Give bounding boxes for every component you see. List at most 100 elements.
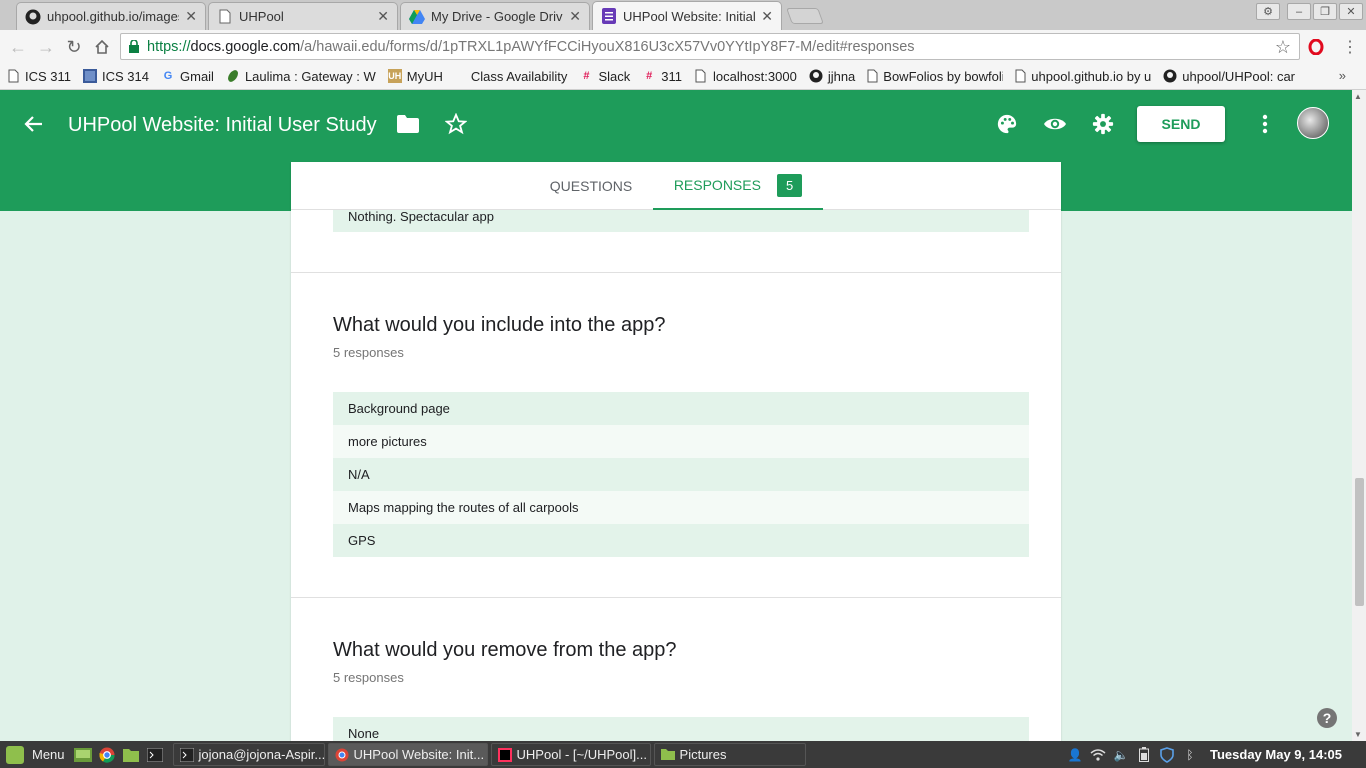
list-item: Maps mapping the routes of all carpools bbox=[333, 491, 1029, 524]
folder-icon[interactable] bbox=[395, 111, 421, 137]
new-tab-button[interactable] bbox=[786, 8, 824, 24]
page-icon bbox=[6, 69, 20, 83]
browser-tab-title: UHPool Website: Initial bbox=[623, 8, 756, 24]
forward-arrow-icon[interactable]: → bbox=[36, 37, 56, 57]
github-icon bbox=[1163, 69, 1177, 83]
opera-extension-icon[interactable] bbox=[1306, 37, 1326, 57]
scrollbar-thumb[interactable] bbox=[1355, 478, 1364, 606]
browser-tab[interactable]: My Drive - Google Drive ✕ bbox=[400, 2, 590, 30]
taskbar-window[interactable]: UHPool - [~/UHPool]... bbox=[490, 743, 651, 766]
home-icon[interactable] bbox=[92, 37, 112, 57]
bookmarks-overflow-button[interactable]: » bbox=[1339, 68, 1346, 83]
volume-icon[interactable]: 🔈 bbox=[1113, 747, 1129, 763]
start-menu-label: Menu bbox=[32, 747, 65, 762]
taskbar-window-active[interactable]: UHPool Website: Init... bbox=[327, 743, 488, 766]
bookmark-label: ICS 314 bbox=[102, 68, 149, 84]
close-tab-icon[interactable]: ✕ bbox=[185, 8, 197, 25]
taskbar-window-title: Pictures bbox=[679, 747, 727, 762]
answer-text: more pictures bbox=[348, 434, 427, 449]
response-count-badge: 5 bbox=[776, 173, 803, 197]
page-scrollbar[interactable]: ▲ ▼ bbox=[1352, 90, 1366, 741]
maximize-window-icon[interactable]: ❐ bbox=[1313, 3, 1337, 20]
form-title[interactable]: UHPool Website: Initial User Study bbox=[68, 114, 377, 137]
palette-icon[interactable] bbox=[994, 111, 1020, 137]
google-drive-icon bbox=[409, 9, 425, 25]
browser-tab-title: My Drive - Google Drive bbox=[431, 9, 564, 24]
bookmark-item[interactable]: ICS 314 bbox=[83, 69, 149, 84]
chrome-menu-icon[interactable]: ⋮ bbox=[1340, 37, 1360, 57]
preview-eye-icon[interactable] bbox=[1042, 111, 1068, 137]
uh-icon: UH bbox=[387, 69, 402, 83]
form-tabs: QUESTIONS RESPONSES 5 bbox=[291, 162, 1061, 210]
browser-tab-title: uhpool.github.io/images bbox=[47, 9, 180, 24]
show-desktop-icon[interactable] bbox=[73, 746, 93, 764]
google-icon: G bbox=[163, 70, 173, 82]
bookmark-star-icon[interactable]: ☆ bbox=[1275, 37, 1291, 58]
bookmark-item[interactable]: Laulima : Gateway : W bbox=[226, 69, 376, 84]
user-profile-icon[interactable]: ⚙ bbox=[1256, 3, 1280, 20]
browser-tab[interactable]: uhpool.github.io/images ✕ bbox=[16, 2, 206, 30]
taskbar-window[interactable]: Pictures bbox=[653, 743, 806, 766]
help-icon[interactable]: ? bbox=[1317, 708, 1337, 728]
browser-tab-active[interactable]: UHPool Website: Initial ✕ bbox=[592, 1, 782, 30]
bookmark-label: Slack bbox=[598, 68, 631, 84]
back-arrow-icon[interactable]: ← bbox=[8, 37, 28, 57]
scroll-up-icon[interactable]: ▲ bbox=[1354, 92, 1362, 101]
chrome-launcher-icon[interactable] bbox=[97, 746, 117, 764]
send-button[interactable]: SEND bbox=[1137, 106, 1225, 142]
shield-icon[interactable] bbox=[1159, 746, 1175, 763]
taskbar-window-title: UHPool - [~/UHPool]... bbox=[516, 747, 647, 762]
wifi-icon[interactable] bbox=[1090, 747, 1106, 763]
bookmark-item[interactable]: jjhna bbox=[809, 69, 855, 84]
taskbar-window-title: jojona@jojona-Aspir... bbox=[198, 747, 325, 762]
bookmark-item[interactable]: G Gmail bbox=[161, 69, 214, 84]
bookmark-item[interactable]: Class Availability bbox=[471, 69, 568, 84]
bookmark-item[interactable]: uhpool/UHPool: car p bbox=[1163, 69, 1299, 84]
user-icon[interactable]: 👤 bbox=[1067, 747, 1083, 763]
back-arrow-icon[interactable] bbox=[22, 112, 46, 136]
close-tab-icon[interactable]: ✕ bbox=[761, 8, 773, 25]
terminal-icon bbox=[179, 747, 195, 762]
bluetooth-icon[interactable]: ᛒ bbox=[1182, 747, 1198, 763]
close-window-icon[interactable]: ✕ bbox=[1339, 3, 1363, 20]
tab-responses[interactable]: RESPONSES 5 bbox=[653, 162, 823, 210]
system-clock[interactable]: Tuesday May 9, 14:05 bbox=[1210, 747, 1342, 762]
slack-icon: # bbox=[583, 70, 590, 82]
bookmark-item[interactable]: UH MyUH bbox=[387, 69, 443, 84]
close-tab-icon[interactable]: ✕ bbox=[377, 8, 389, 25]
tab-responses-label: RESPONSES bbox=[673, 177, 761, 193]
battery-icon[interactable] bbox=[1136, 747, 1152, 763]
reload-icon[interactable]: ↻ bbox=[64, 37, 84, 57]
address-bar[interactable]: https://docs.google.com/a/hawaii.edu/for… bbox=[120, 33, 1300, 60]
close-tab-icon[interactable]: ✕ bbox=[569, 8, 581, 25]
minimize-window-icon[interactable]: – bbox=[1287, 3, 1311, 20]
avatar[interactable] bbox=[1297, 107, 1329, 139]
files-launcher-icon[interactable] bbox=[121, 746, 141, 764]
bookmark-item[interactable]: # Slack bbox=[579, 69, 630, 84]
bookmark-label: jjhna bbox=[827, 68, 856, 84]
bookmark-item[interactable]: localhost:3000 bbox=[694, 69, 797, 84]
bookmark-item[interactable]: #311 bbox=[642, 69, 682, 84]
github-icon bbox=[809, 69, 823, 83]
chrome-icon bbox=[335, 748, 349, 762]
star-icon[interactable] bbox=[443, 111, 469, 137]
answer-text: N/A bbox=[348, 467, 370, 482]
page-icon bbox=[217, 9, 233, 25]
question-title: What would you include into the app? bbox=[333, 314, 666, 336]
bookmarks-bar: ICS 311 ICS 314 G Gmail Laulima : Gateway… bbox=[0, 63, 1366, 90]
tab-questions[interactable]: QUESTIONS bbox=[541, 162, 641, 210]
terminal-launcher-icon[interactable] bbox=[145, 746, 165, 764]
answer-text: None bbox=[348, 726, 380, 741]
taskbar-window-title: UHPool Website: Init... bbox=[353, 747, 485, 762]
more-options-icon[interactable] bbox=[1252, 111, 1278, 137]
mint-logo-icon bbox=[6, 745, 24, 764]
bookmark-item[interactable]: BowFolios by bowfoli bbox=[867, 69, 1003, 84]
start-menu-button[interactable]: Menu bbox=[6, 745, 65, 764]
bookmark-label: Gmail bbox=[180, 68, 214, 84]
bookmark-item[interactable]: uhpool.github.io by u bbox=[1015, 69, 1151, 84]
browser-tab[interactable]: UHPool ✕ bbox=[208, 2, 398, 30]
scroll-down-icon[interactable]: ▼ bbox=[1354, 730, 1362, 739]
settings-gear-icon[interactable] bbox=[1090, 111, 1116, 137]
bookmark-item[interactable]: ICS 311 bbox=[6, 69, 71, 84]
taskbar-window[interactable]: jojona@jojona-Aspir... bbox=[172, 743, 325, 766]
